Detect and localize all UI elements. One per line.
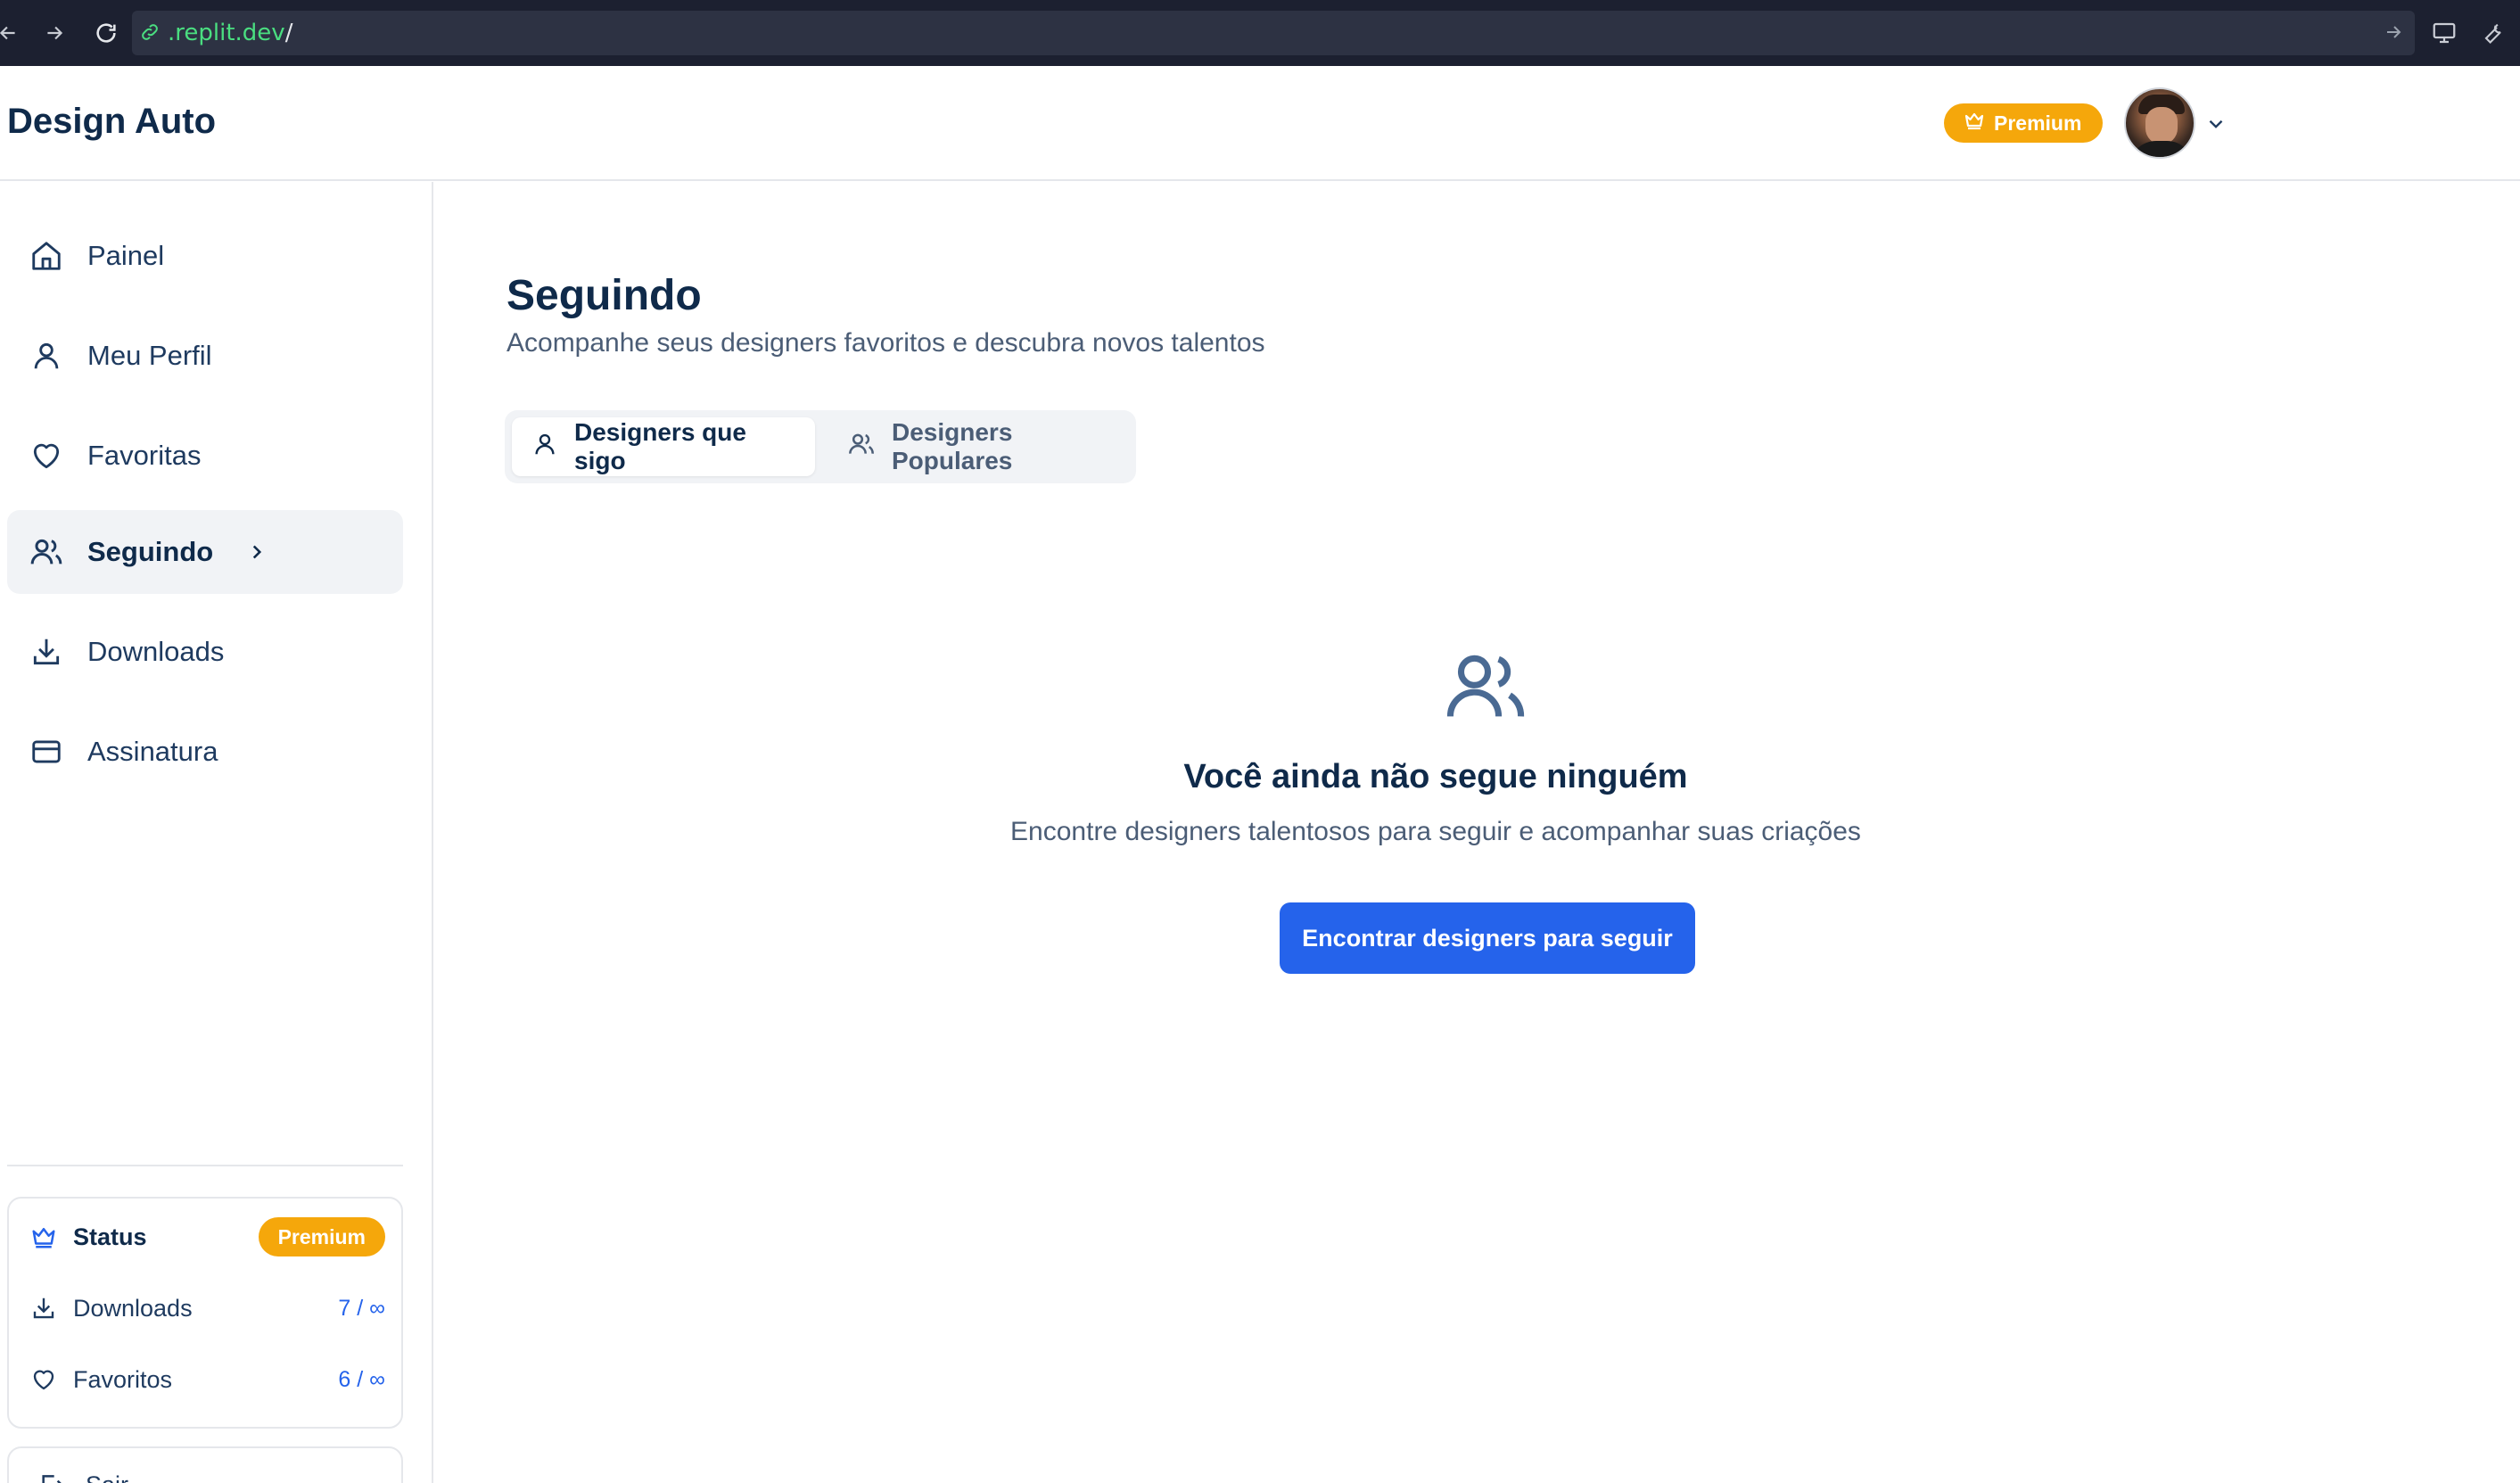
back-icon[interactable] (0, 16, 25, 50)
sidebar: Painel Meu Perfil Favoritas Seguindo Dow… (0, 182, 433, 1483)
tab-designers-populares[interactable]: Designers Populares (828, 417, 1131, 476)
heart-icon (29, 438, 64, 474)
premium-label: Premium (1994, 111, 2082, 135)
status-title: Status (73, 1223, 147, 1250)
sidebar-item-label: Seguindo (87, 536, 214, 567)
sidebar-item-label: Assinatura (87, 736, 218, 767)
brand-logo[interactable]: Design Auto (7, 102, 216, 142)
logout-label: Sair (86, 1471, 128, 1483)
sidebar-item-favoritas[interactable]: Favoritas (7, 414, 403, 498)
sidebar-item-assinatura[interactable]: Assinatura (7, 710, 403, 794)
link-icon (139, 21, 161, 47)
download-icon (29, 1293, 59, 1323)
page-subtitle: Acompanhe seus designers favoritos e des… (506, 328, 1265, 358)
status-favorites-label: Favoritos (73, 1365, 173, 1393)
tab-label: Designers Populares (892, 418, 1013, 474)
sidebar-item-label: Favoritas (87, 440, 202, 471)
credit-card-icon (29, 734, 64, 770)
wrench-icon[interactable] (2475, 16, 2509, 50)
premium-badge[interactable]: Premium (1944, 103, 2103, 143)
chevron-right-icon (245, 540, 268, 564)
sidebar-item-label: Painel (87, 240, 165, 271)
users-icon (847, 430, 876, 465)
tab-label: Designers que sigo (574, 418, 746, 474)
user-icon (531, 431, 558, 464)
sidebar-item-painel[interactable]: Painel (7, 214, 403, 298)
users-icon (1441, 642, 1530, 736)
sidebar-divider (7, 1165, 403, 1166)
heart-icon (29, 1364, 59, 1395)
crown-icon (29, 1222, 59, 1252)
status-favorites-value: 6 / ∞ (338, 1366, 385, 1392)
empty-state-description: Encontre designers talentosos para segui… (1010, 817, 1861, 846)
status-favorites-row: Favoritos 6 / ∞ (29, 1357, 385, 1402)
sidebar-item-label: Downloads (87, 636, 225, 667)
browser-toolbar: .replit.dev/ (0, 0, 2520, 66)
crown-icon (1964, 110, 1985, 136)
home-icon (29, 238, 64, 274)
sidebar-item-downloads[interactable]: Downloads (7, 610, 403, 694)
reload-icon[interactable] (89, 16, 123, 50)
user-icon (29, 338, 64, 374)
avatar[interactable] (2124, 87, 2195, 159)
status-downloads-label: Downloads (73, 1294, 193, 1322)
url-text: .replit.dev/ (168, 20, 293, 46)
sidebar-item-label: Meu Perfil (87, 340, 212, 371)
status-downloads-value: 7 / ∞ (338, 1295, 385, 1321)
download-icon (29, 634, 64, 670)
tab-list: Designers que sigo Designers Populares (505, 410, 1136, 483)
status-header: Status Premium (29, 1215, 385, 1259)
forward-icon[interactable] (37, 16, 71, 50)
logout-button[interactable]: Sair (7, 1446, 403, 1483)
tab-designers-que-sigo[interactable]: Designers que sigo (512, 417, 815, 476)
sidebar-item-seguindo[interactable]: Seguindo (7, 510, 403, 594)
users-icon (29, 534, 64, 570)
logout-icon (37, 1471, 66, 1483)
devices-icon[interactable] (2427, 16, 2461, 50)
status-badge: Premium (258, 1217, 385, 1256)
status-downloads-row: Downloads 7 / ∞ (29, 1286, 385, 1331)
status-card: Status Premium Downloads 7 / ∞ Favoritos… (7, 1197, 403, 1429)
address-bar[interactable]: .replit.dev/ (132, 11, 2415, 55)
empty-state-title: Você ainda não segue ninguém (1183, 758, 1688, 795)
chevron-down-icon[interactable] (2204, 112, 2228, 140)
main-content: Seguindo Acompanhe seus designers favori… (435, 182, 2520, 1483)
page-title: Seguindo (506, 272, 702, 319)
go-arrow-icon[interactable] (2383, 21, 2404, 47)
sidebar-item-meu-perfil[interactable]: Meu Perfil (7, 314, 403, 398)
find-designers-button[interactable]: Encontrar designers para seguir (1280, 902, 1695, 974)
app-header: Design Auto Premium (0, 66, 2520, 181)
